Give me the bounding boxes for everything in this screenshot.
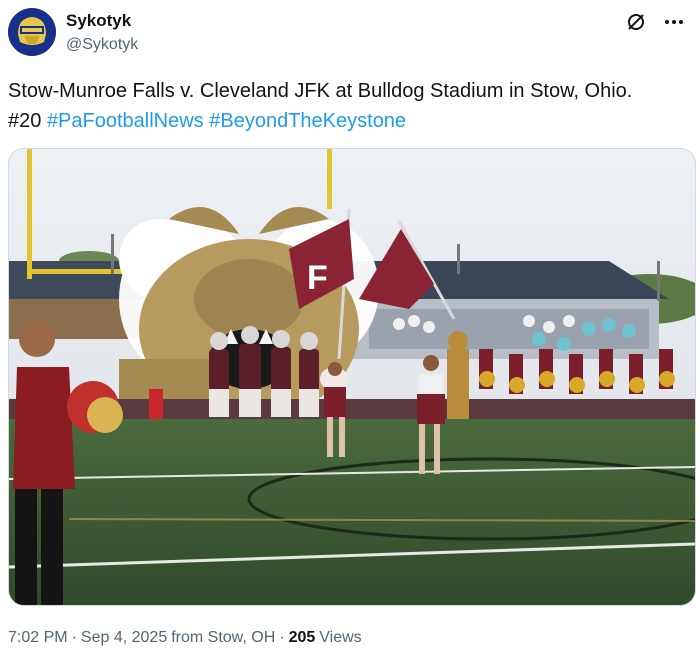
meta-separator-2: ·: [279, 629, 285, 646]
views-label: Views: [319, 629, 362, 646]
meta-separator: ·: [71, 629, 77, 646]
handle[interactable]: @Sykotyk: [66, 34, 138, 56]
hashtag-beyondthekeystone[interactable]: #BeyondTheKeystone: [209, 110, 406, 132]
tweet-meta: 7:02 PM · Sep 4, 2025 from Stow, OH · 20…: [8, 627, 362, 649]
tweet-text: Stow-Munroe Falls v. Cleveland JFK at Bu…: [8, 76, 688, 136]
tweet-number: #20: [8, 110, 42, 132]
tweet-body: Stow-Munroe Falls v. Cleveland JFK at Bu…: [8, 80, 633, 102]
helmet-logo-icon: [8, 8, 56, 56]
views-count: 205: [288, 629, 316, 646]
tweet-photo[interactable]: F: [8, 148, 696, 606]
tweet-date[interactable]: Sep 4, 2025: [81, 627, 167, 649]
avatar[interactable]: [8, 8, 56, 56]
more-icon[interactable]: [662, 10, 686, 34]
display-name[interactable]: Sykotyk: [66, 10, 138, 32]
hashtag-pafootballnews[interactable]: #PaFootballNews: [47, 110, 204, 132]
header-actions: [624, 10, 686, 34]
grok-icon[interactable]: [624, 10, 648, 34]
tweet-location: from Stow, OH: [171, 629, 276, 646]
svg-text:F: F: [307, 259, 328, 297]
tweet-time[interactable]: 7:02 PM: [8, 627, 68, 649]
author-block[interactable]: Sykotyk @Sykotyk: [66, 10, 138, 56]
football-team-entrance-photo: F: [9, 149, 695, 605]
